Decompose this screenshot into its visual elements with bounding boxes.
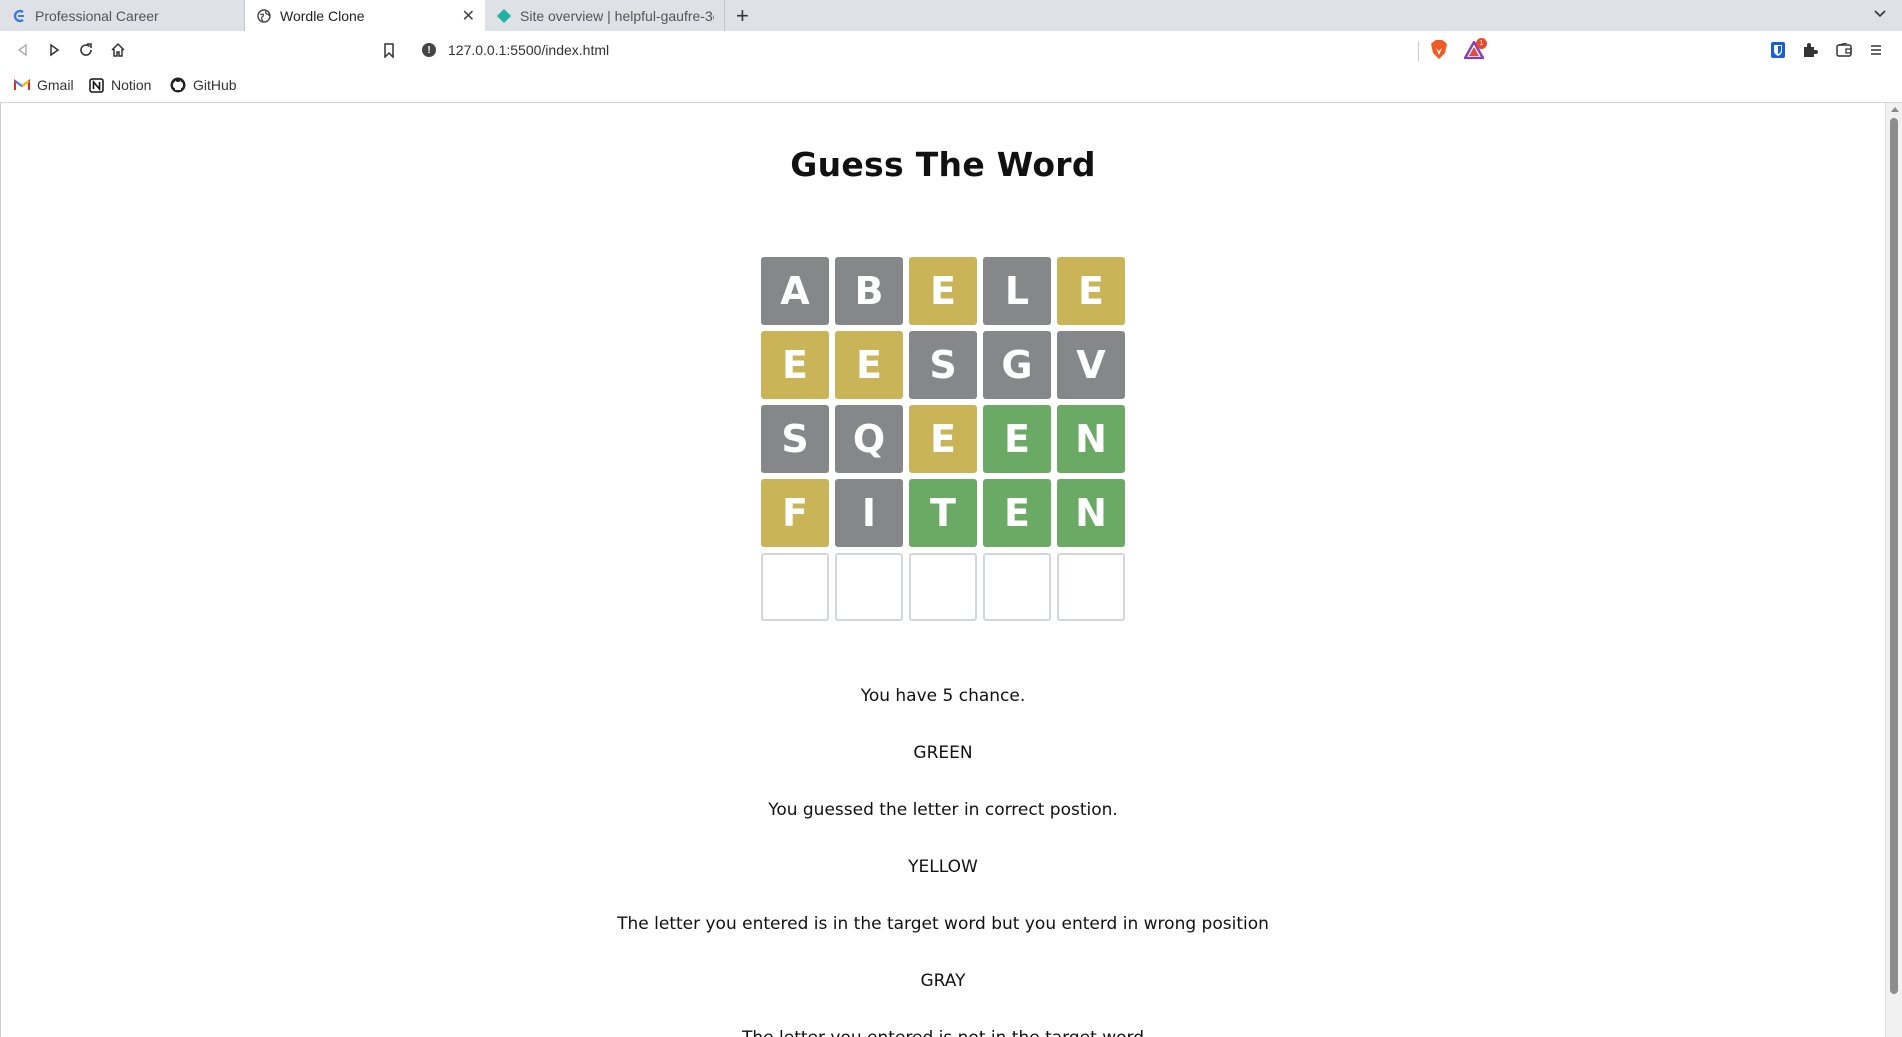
new-tab-plus-icon[interactable]: +	[736, 3, 749, 29]
green-heading: GREEN	[913, 743, 973, 763]
bookmark-gmail[interactable]: Gmail	[14, 77, 74, 93]
forward-icon[interactable]	[43, 39, 65, 61]
letter-tile: N	[1057, 405, 1125, 473]
divider	[1418, 41, 1419, 61]
bookmark-notion[interactable]: Notion	[88, 77, 151, 93]
wallet-icon[interactable]	[1834, 40, 1854, 60]
gray-description: The letter you entered is not in the tar…	[1, 1028, 1885, 1037]
green-description: You guessed the letter in correct postio…	[768, 800, 1118, 820]
letter-tile: G	[983, 331, 1051, 399]
close-tab-icon[interactable]: ✕	[462, 6, 475, 26]
scroll-thumb[interactable]	[1890, 118, 1898, 994]
letter-tile: A	[761, 257, 829, 325]
letter-tile	[909, 553, 977, 621]
yellow-heading: YELLOW	[908, 857, 978, 877]
tab-wordle-clone[interactable]: Wordle Clone ✕	[245, 0, 485, 31]
letter-tile: N	[1057, 479, 1125, 547]
tab-label: Wordle Clone	[280, 7, 365, 24]
letter-tile: E	[983, 405, 1051, 473]
globe-icon	[257, 8, 271, 23]
letter-tile: S	[761, 405, 829, 473]
board-row: FITEN	[761, 479, 1131, 547]
bookmark-github[interactable]: GitHub	[170, 77, 237, 93]
tab-label: Professional Career	[35, 7, 159, 24]
letter-tile: E	[835, 331, 903, 399]
chances-text: You have 5 chance.	[860, 686, 1026, 706]
github-icon	[170, 77, 186, 93]
letter-tile: B	[835, 257, 903, 325]
vertical-scrollbar[interactable]	[1885, 103, 1902, 1037]
extensions-puzzle-icon[interactable]	[1800, 40, 1820, 60]
tab-list-chevron-icon[interactable]	[1874, 7, 1886, 22]
home-icon[interactable]	[107, 39, 129, 61]
tab-bar: Professional Career Wordle Clone ✕ Site …	[0, 0, 1902, 32]
tab-professional-career[interactable]: Professional Career	[0, 0, 245, 31]
board-row: ABELE	[761, 257, 1131, 325]
brave-shields-icon[interactable]	[1430, 40, 1448, 60]
rewards-badge: 1	[1476, 38, 1487, 49]
letter-tile: F	[761, 479, 829, 547]
letter-tile	[1057, 553, 1125, 621]
menu-hamburger-icon[interactable]	[1866, 40, 1886, 60]
gmail-icon	[14, 77, 30, 93]
bookmark-label: Gmail	[37, 77, 74, 93]
board-row: EESGV	[761, 331, 1131, 399]
board-row: SQEEN	[761, 405, 1131, 473]
scroll-up-arrow-icon[interactable]	[1891, 107, 1899, 112]
bookmark-icon[interactable]	[378, 39, 400, 61]
bitwarden-icon[interactable]	[1768, 40, 1788, 60]
letter-tile	[761, 553, 829, 621]
letter-tile	[835, 553, 903, 621]
letter-tile: E	[983, 479, 1051, 547]
page-title: Guess The Word	[790, 145, 1096, 184]
game-board: ABELEEESGVSQEENFITEN	[761, 257, 1131, 627]
letter-tile: T	[909, 479, 977, 547]
tab-site-overview[interactable]: Site overview | helpful-gaufre-3d	[485, 0, 725, 31]
letter-tile: I	[835, 479, 903, 547]
letter-tile: E	[909, 257, 977, 325]
letter-tile: Q	[835, 405, 903, 473]
letter-tile	[983, 553, 1051, 621]
tab-label: Site overview | helpful-gaufre-3d	[520, 7, 714, 24]
letter-tile: V	[1057, 331, 1125, 399]
browser-toolbar: ! 127.0.0.1:5500/index.html 1	[0, 31, 1902, 69]
back-icon[interactable]	[12, 39, 34, 61]
letter-tile: E	[761, 331, 829, 399]
netlify-icon	[497, 8, 511, 23]
url-text: 127.0.0.1:5500/index.html	[448, 42, 610, 58]
notion-icon	[88, 77, 104, 93]
reload-icon[interactable]	[75, 39, 97, 61]
career-icon	[12, 9, 26, 23]
letter-tile: S	[909, 331, 977, 399]
letter-tile: E	[909, 405, 977, 473]
bookmarks-bar: Gmail Notion GitHub	[0, 69, 1902, 103]
address-bar[interactable]: ! 127.0.0.1:5500/index.html	[410, 35, 1492, 65]
letter-tile: E	[1057, 257, 1125, 325]
yellow-description: The letter you entered is in the target …	[617, 914, 1269, 934]
gray-heading: GRAY	[920, 971, 966, 991]
board-row	[761, 553, 1131, 621]
page-viewport: Guess The Word ABELEEESGVSQEENFITEN You …	[0, 103, 1885, 1037]
bookmark-label: GitHub	[193, 77, 237, 93]
site-info-icon[interactable]: !	[422, 43, 436, 57]
bookmark-label: Notion	[111, 77, 152, 93]
letter-tile: L	[983, 257, 1051, 325]
